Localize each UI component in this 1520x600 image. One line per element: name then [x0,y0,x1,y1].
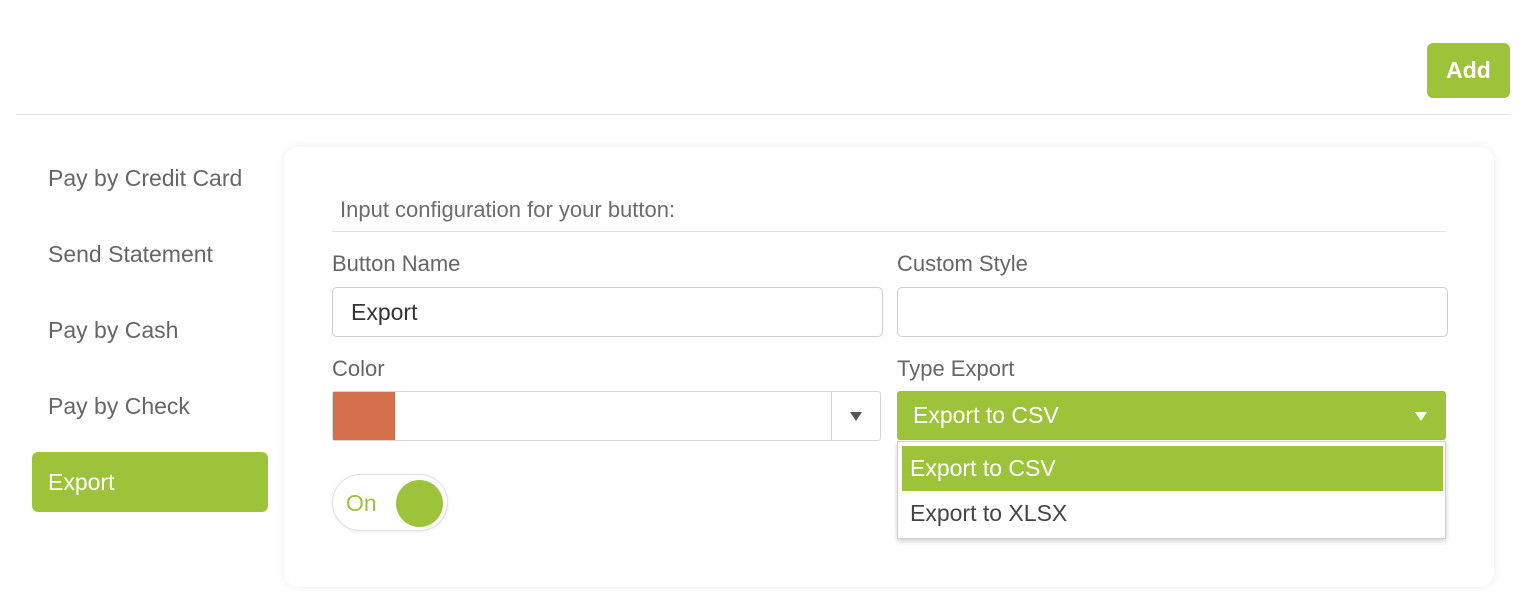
config-intro: Input configuration for your button: [340,197,676,222]
sidebar-item-pay-by-credit-card[interactable]: Pay by Credit Card [32,148,268,208]
sidebar-item-send-statement[interactable]: Send Statement [32,224,268,284]
caret-down-icon [850,411,862,421]
toggle-label: On [346,490,377,516]
sidebar-item-label: Pay by Check [48,392,190,419]
top-bar: Add [0,0,1520,115]
color-swatch [333,392,395,440]
option-export-xlsx[interactable]: Export to XLSX [902,491,1443,536]
custom-style-label: Custom Style [897,251,1028,276]
toggle-knob [396,480,443,527]
config-panel: Input configuration for your button: But… [284,147,1494,587]
add-button[interactable]: Add [1427,43,1510,98]
type-export-selected: Export to CSV [913,402,1059,428]
enabled-toggle[interactable]: On [332,474,448,531]
sidebar-item-label: Pay by Cash [48,316,179,343]
type-export-dropdown: Export to CSV Export to XLSX [897,441,1446,539]
sidebar-item-label: Send Statement [48,240,213,267]
caret-down-icon [1415,412,1427,421]
color-dropdown-toggle[interactable] [831,392,880,440]
type-export-select[interactable]: Export to CSV [897,391,1446,440]
intro-divider [332,231,1446,232]
sidebar-item-export[interactable]: Export [32,452,268,512]
type-export-label: Type Export [897,356,1015,381]
sidebar-item-label: Pay by Credit Card [48,164,243,191]
color-label: Color [332,356,385,381]
button-name-label: Button Name [332,251,461,276]
sidebar: Pay by Credit Card Send Statement Pay by… [32,148,268,528]
sidebar-item-pay-by-check[interactable]: Pay by Check [32,376,268,436]
custom-style-input[interactable] [897,287,1448,337]
sidebar-item-label: Export [48,468,115,495]
option-export-csv[interactable]: Export to CSV [902,446,1443,491]
sidebar-item-pay-by-cash[interactable]: Pay by Cash [32,300,268,360]
color-picker[interactable] [332,391,881,441]
button-name-input[interactable] [332,287,883,337]
